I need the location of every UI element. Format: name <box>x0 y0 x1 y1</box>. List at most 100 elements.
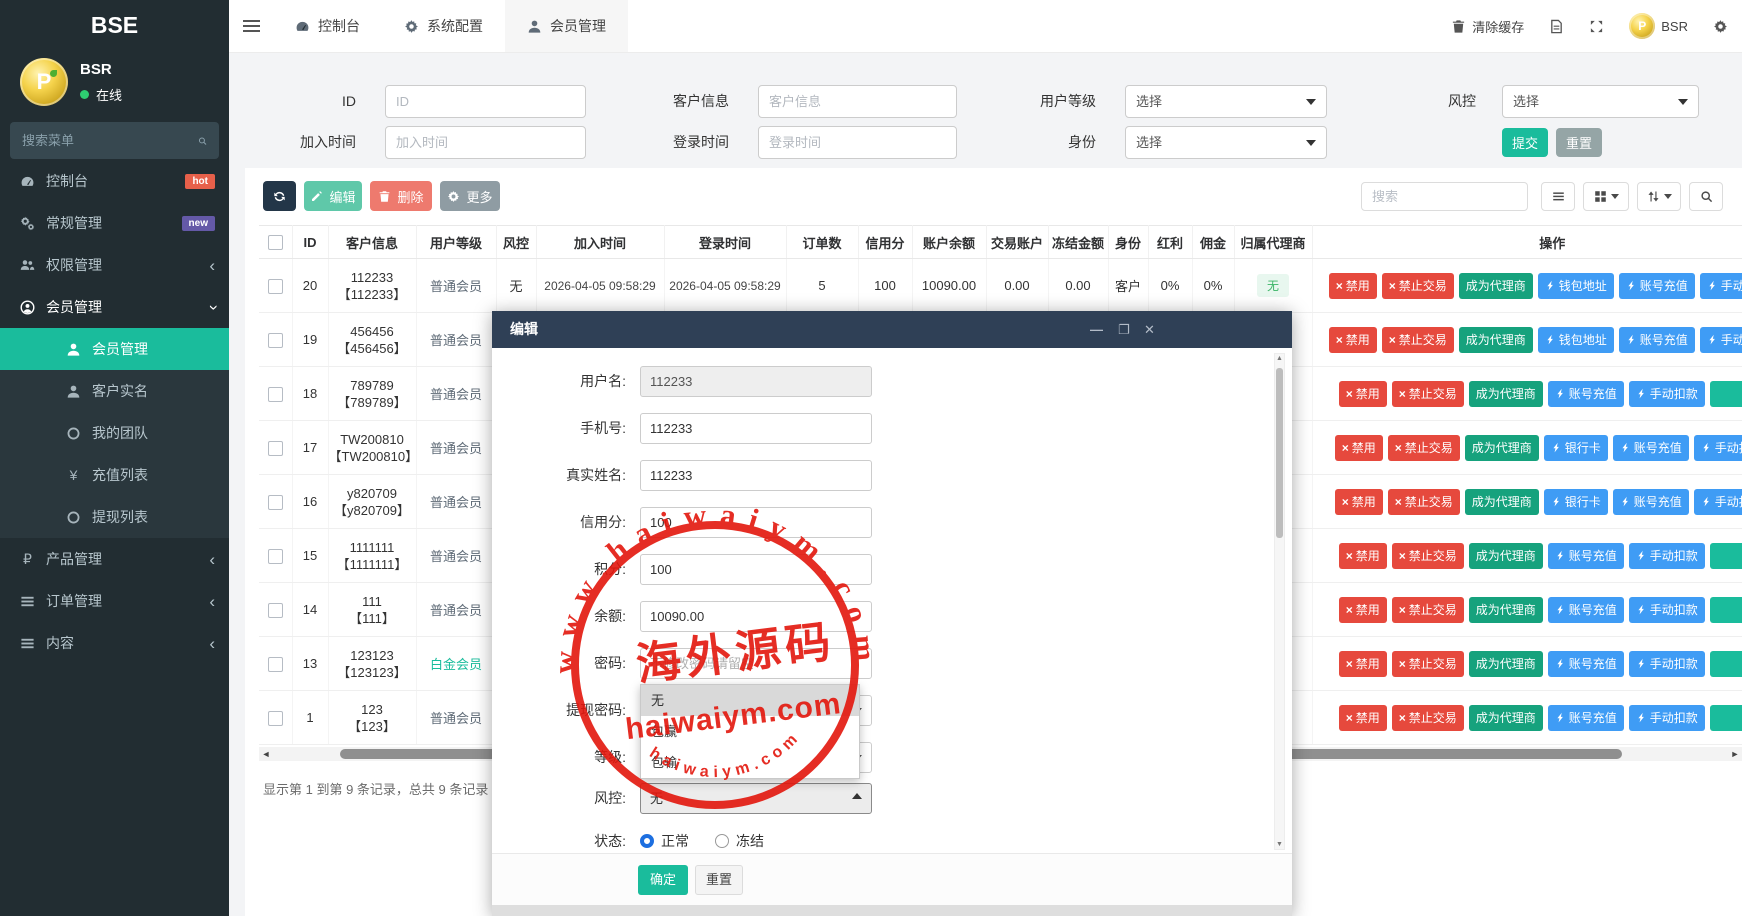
action-recharge-button[interactable]: 账号充值 <box>1548 543 1624 569</box>
phone-field[interactable] <box>640 413 872 444</box>
sidebar-item-1[interactable]: 常规管理new <box>0 202 229 244</box>
action-be_agent-button[interactable]: 成为代理商 <box>1465 489 1539 515</box>
balance-field[interactable] <box>640 601 872 632</box>
row-checkbox[interactable] <box>268 279 283 294</box>
action-ban_trade-button[interactable]: ×禁止交易 <box>1392 543 1464 569</box>
action-recharge-button[interactable]: 账号充值 <box>1548 651 1624 677</box>
action-wallet-button[interactable]: 钱包地址 <box>1538 273 1614 299</box>
action-ban-button[interactable]: ×禁用 <box>1335 435 1383 461</box>
action-partial-button[interactable] <box>1710 543 1742 569</box>
password-field[interactable] <box>640 648 872 679</box>
action-be_agent-button[interactable]: 成为代理商 <box>1459 327 1533 353</box>
action-recharge-button[interactable]: 账号充值 <box>1548 381 1624 407</box>
action-be_agent-button[interactable]: 成为代理商 <box>1459 273 1533 299</box>
reset-button[interactable]: 重置 <box>1556 128 1602 157</box>
tab-0[interactable]: 控制台 <box>273 0 382 52</box>
tab-2-active[interactable]: 会员管理 <box>505 0 628 52</box>
action-bank-button[interactable]: 银行卡 <box>1544 489 1608 515</box>
action-recharge-button[interactable]: 账号充值 <box>1613 489 1689 515</box>
action-deduct-button[interactable]: 手动扣款 <box>1629 543 1705 569</box>
action-recharge-button[interactable]: 账号充值 <box>1613 435 1689 461</box>
advanced-search-button[interactable] <box>1689 182 1723 211</box>
maximize-icon[interactable]: ❐ <box>1118 311 1130 348</box>
action-deduct-button[interactable]: 手动扣款 <box>1629 705 1705 731</box>
action-ban_trade-button[interactable]: ×禁止交易 <box>1392 381 1464 407</box>
row-checkbox[interactable] <box>268 657 283 672</box>
filter-risk-select[interactable]: 选择 <box>1502 85 1699 118</box>
action-partial-button[interactable] <box>1710 651 1742 677</box>
submit-button[interactable]: 提交 <box>1502 128 1548 157</box>
filter-identity-select[interactable]: 选择 <box>1125 126 1327 159</box>
risk-option-1[interactable]: 包赢 <box>641 716 859 747</box>
more-button[interactable]: 更多 <box>440 181 500 211</box>
sidebar-search-input[interactable] <box>22 133 198 148</box>
sidebar-item-10[interactable]: 订单管理‹ <box>0 580 229 622</box>
sidebar-item-0[interactable]: 控制台hot <box>0 160 229 202</box>
row-checkbox[interactable] <box>268 441 283 456</box>
action-partial-button[interactable] <box>1710 705 1742 731</box>
action-recharge-button[interactable]: 账号充值 <box>1619 327 1695 353</box>
select-all-checkbox[interactable] <box>268 235 283 250</box>
sidebar-item-3[interactable]: 会员管理‹ <box>0 286 229 328</box>
action-deduct-button[interactable]: 手动扣款 <box>1700 327 1742 353</box>
action-ban-button[interactable]: ×禁用 <box>1339 651 1387 677</box>
hamburger-icon[interactable] <box>229 0 273 52</box>
minimize-icon[interactable]: — <box>1090 311 1103 348</box>
filter-customer-input[interactable] <box>758 85 957 118</box>
columns-button[interactable] <box>1583 182 1629 211</box>
row-checkbox[interactable] <box>268 603 283 618</box>
action-deduct-button[interactable]: 手动扣款 <box>1694 489 1742 515</box>
scroll-up-icon[interactable]: ▲ <box>1275 355 1284 362</box>
action-recharge-button[interactable]: 账号充值 <box>1619 273 1695 299</box>
action-recharge-button[interactable]: 账号充值 <box>1548 705 1624 731</box>
action-recharge-button[interactable]: 账号充值 <box>1548 597 1624 623</box>
radio-normal[interactable] <box>640 834 654 848</box>
action-ban_trade-button[interactable]: ×禁止交易 <box>1392 651 1464 677</box>
action-ban-button[interactable]: ×禁用 <box>1329 273 1377 299</box>
action-ban-button[interactable]: ×禁用 <box>1339 543 1387 569</box>
language-button[interactable] <box>1549 19 1564 34</box>
action-ban-button[interactable]: ×禁用 <box>1339 597 1387 623</box>
export-button[interactable] <box>1637 182 1681 211</box>
close-icon[interactable]: ✕ <box>1144 311 1155 348</box>
filter-level-select[interactable]: 选择 <box>1125 85 1327 118</box>
action-be_agent-button[interactable]: 成为代理商 <box>1469 543 1543 569</box>
action-ban_trade-button[interactable]: ×禁止交易 <box>1382 327 1454 353</box>
modal-header[interactable]: 编辑 — ❐ ✕ <box>492 311 1292 348</box>
modal-scrollbar[interactable]: ▲ ▼ <box>1274 353 1285 850</box>
action-be_agent-button[interactable]: 成为代理商 <box>1469 705 1543 731</box>
risk-option-0[interactable]: 无 <box>641 685 859 716</box>
action-bank-button[interactable]: 银行卡 <box>1544 435 1608 461</box>
row-checkbox[interactable] <box>268 387 283 402</box>
confirm-button[interactable]: 确定 <box>638 865 688 895</box>
risk-option-2[interactable]: 包输 <box>641 747 859 778</box>
row-checkbox[interactable] <box>268 549 283 564</box>
scroll-left-icon[interactable]: ◄ <box>259 747 273 761</box>
sidebar-item-11[interactable]: 内容‹ <box>0 622 229 664</box>
sidebar-item-4-active[interactable]: 会员管理 <box>0 328 229 370</box>
username-field[interactable] <box>640 366 872 397</box>
sidebar-item-7[interactable]: ¥充值列表 <box>0 454 229 496</box>
action-ban-button[interactable]: ×禁用 <box>1329 327 1377 353</box>
filter-join-input[interactable] <box>385 126 586 159</box>
action-deduct-button[interactable]: 手动扣款 <box>1629 651 1705 677</box>
row-checkbox[interactable] <box>268 495 283 510</box>
action-deduct-button[interactable]: 手动扣款 <box>1700 273 1742 299</box>
action-be_agent-button[interactable]: 成为代理商 <box>1465 435 1539 461</box>
row-checkbox[interactable] <box>268 333 283 348</box>
edit-button[interactable]: 编辑 <box>304 181 362 211</box>
refresh-button[interactable] <box>263 181 296 211</box>
action-deduct-button[interactable]: 手动扣款 <box>1629 597 1705 623</box>
credit-field[interactable] <box>640 507 872 538</box>
action-partial-button[interactable] <box>1710 381 1742 407</box>
scrollbar-thumb[interactable] <box>1276 368 1283 538</box>
sidebar-item-5[interactable]: 客户实名 <box>0 370 229 412</box>
scroll-right-icon[interactable]: ► <box>1728 747 1742 761</box>
detail-view-button[interactable] <box>1541 182 1575 211</box>
sidebar-item-6[interactable]: 我的团队 <box>0 412 229 454</box>
action-ban-button[interactable]: ×禁用 <box>1335 489 1383 515</box>
delete-button[interactable]: 删除 <box>370 181 432 211</box>
action-deduct-button[interactable]: 手动扣款 <box>1694 435 1742 461</box>
table-search-input[interactable] <box>1361 182 1528 211</box>
sidebar-item-9[interactable]: ₽产品管理‹ <box>0 538 229 580</box>
